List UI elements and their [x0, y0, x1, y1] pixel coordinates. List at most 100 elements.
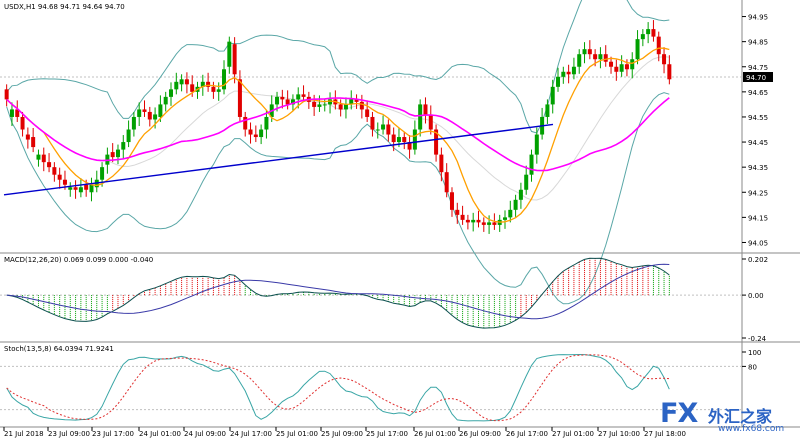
candle-body — [153, 114, 158, 120]
candle-body — [381, 124, 386, 130]
candle-body — [89, 184, 94, 193]
candle-body — [211, 86, 216, 92]
candle-body — [455, 209, 460, 215]
candle-body — [169, 89, 173, 97]
candle-body — [465, 219, 470, 223]
candle-body — [248, 129, 253, 135]
price-tick-label: 94.35 — [748, 164, 768, 172]
candle-body — [635, 39, 640, 60]
candle-body — [529, 154, 534, 175]
candle-body — [57, 174, 62, 180]
macd-label: MACD(12,26,20) 0.069 0.099 0.000 -0.040 — [4, 256, 153, 264]
candle-body — [545, 104, 550, 117]
chart-canvas: 94.95 94.85 94.75 94.65 94.55 94.45 94.35 94.25… — [0, 0, 800, 439]
macd-tick-label: -0.24 — [748, 335, 767, 343]
candle-body — [222, 69, 227, 90]
candle-body — [259, 129, 264, 138]
candle-body — [68, 187, 73, 190]
candle-body — [487, 222, 492, 225]
price-tick-label: 94.95 — [748, 14, 768, 22]
candle-body — [179, 79, 184, 85]
candle-body — [534, 134, 539, 155]
stoch-label: Stoch(13,5,8) 64.0394 71.9241 — [4, 345, 114, 353]
candle-body — [577, 54, 582, 67]
chart-window: 94.95 94.85 94.75 94.65 94.55 94.45 94.35 94.25… — [0, 0, 800, 439]
candle-body — [131, 116, 136, 130]
last-price-label: 94.70 — [746, 74, 766, 82]
candle-body — [275, 96, 280, 105]
candle-body — [428, 114, 433, 130]
time-tick-label: 25 Jul 17:00 — [366, 430, 408, 438]
candle-body — [73, 187, 78, 190]
candle-body — [402, 137, 407, 143]
candle-body — [158, 104, 163, 117]
candle-body — [84, 184, 89, 190]
time-tick-label: 26 Jul 01:00 — [414, 430, 456, 438]
candle-body — [280, 96, 285, 100]
price-tick-label: 94.85 — [748, 39, 768, 47]
candle-body — [20, 116, 25, 130]
candle-body — [662, 54, 667, 65]
candle-body — [587, 49, 592, 55]
candle-body — [593, 54, 598, 60]
candle-body — [285, 99, 290, 105]
candle-body — [423, 104, 428, 115]
candle-body — [492, 222, 497, 225]
price-tick-label: 94.65 — [748, 89, 768, 97]
candle-body — [640, 34, 645, 40]
candle-body — [317, 104, 322, 107]
chart-background — [0, 0, 800, 439]
time-tick-label: 23 Jul 17:00 — [92, 430, 134, 438]
candle-body — [449, 192, 454, 210]
candle-body — [412, 129, 417, 150]
candle-body — [624, 64, 629, 70]
candle-body — [184, 79, 189, 85]
candle-body — [619, 64, 624, 72]
candle-body — [338, 104, 343, 110]
candle-body — [328, 99, 333, 105]
candle-body — [52, 167, 57, 175]
candle-body — [646, 29, 651, 35]
time-tick-label: 25 Jul 01:00 — [276, 430, 318, 438]
candle-body — [460, 214, 465, 220]
watermark-logo: FX 外汇之家 www.fx68.com — [656, 398, 800, 439]
last-price-marker: 94.70 — [743, 72, 773, 82]
candle-body — [614, 66, 619, 72]
time-tick-label: 26 Jul 09:00 — [459, 430, 501, 438]
candle-body — [216, 89, 221, 92]
candle-body — [375, 129, 380, 131]
candle-body — [359, 101, 364, 110]
candle-body — [232, 44, 237, 75]
candle-body — [343, 104, 348, 110]
candle-body — [100, 167, 105, 180]
candle-body — [503, 217, 507, 220]
candle-body — [174, 81, 179, 90]
candle-body — [312, 101, 317, 107]
candle-body — [566, 71, 571, 75]
candle-body — [598, 54, 603, 60]
time-tick-label: 24 Jul 01:00 — [139, 430, 181, 438]
price-tick-label: 94.25 — [748, 189, 768, 197]
candle-body — [609, 61, 614, 67]
candle-body — [370, 116, 375, 130]
macd-tick-label: 0.202 — [748, 256, 768, 264]
time-tick-label: 24 Jul 17:00 — [230, 430, 272, 438]
candle-body — [471, 219, 476, 223]
candle-body — [301, 94, 306, 97]
candle-body — [47, 162, 52, 168]
candle-body — [365, 109, 370, 117]
candle-body — [651, 29, 656, 37]
candle-body — [513, 199, 518, 210]
symbol-info: USDX,H1 94.68 94.71 94.64 94.70 — [4, 3, 125, 11]
candle-body — [444, 172, 449, 193]
price-tick-label: 94.55 — [748, 114, 768, 122]
candle-body — [386, 124, 391, 135]
candle-body — [656, 36, 661, 55]
candle-body — [31, 137, 36, 148]
candle-body — [36, 154, 41, 160]
candle-body — [571, 66, 576, 75]
candle-body — [142, 109, 147, 112]
candle-body — [524, 174, 529, 190]
candle-body — [391, 134, 396, 143]
candle-body — [630, 59, 635, 70]
